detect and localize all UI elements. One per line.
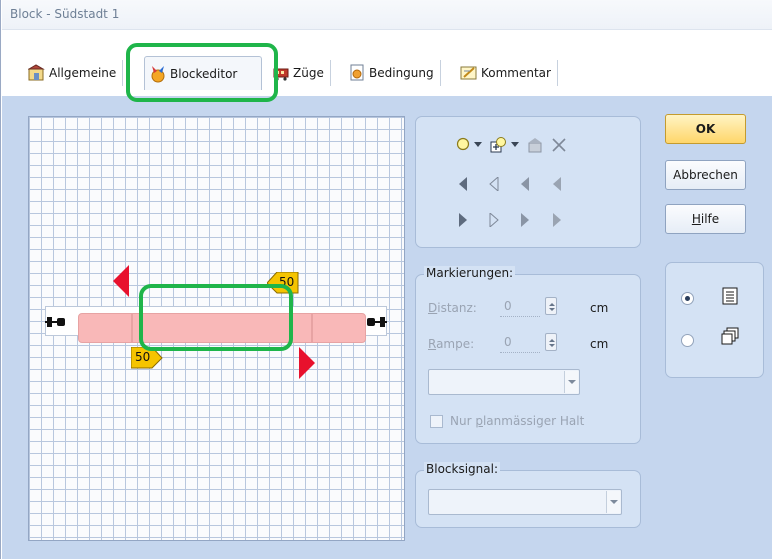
window-title: Block - Südstadt 1 — [10, 7, 120, 21]
tab-bedingung[interactable]: Bedingung — [344, 56, 441, 90]
markierungen-group: Markierungen: Distanz: 0 cm Rampe: 0 cm … — [415, 266, 641, 444]
list-view-radio[interactable] — [681, 292, 694, 305]
distanz-unit: cm — [590, 301, 609, 315]
tab-separator — [439, 60, 441, 86]
block-editor-icon — [149, 65, 167, 83]
delete-icon[interactable] — [552, 138, 566, 152]
tab-allgemeine[interactable]: Allgemeine — [24, 56, 124, 90]
tab-separator — [556, 60, 558, 86]
toolbar-panel — [415, 116, 641, 248]
tab-separator — [122, 60, 124, 86]
markierung-select[interactable] — [428, 369, 580, 395]
blocksignal-select[interactable] — [428, 489, 622, 515]
block-segment-right[interactable] — [312, 313, 366, 343]
cancel-button[interactable]: Abbrechen — [665, 160, 746, 190]
tab-label: Kommentar — [481, 66, 551, 80]
arrow-right-stop-icon[interactable] — [520, 213, 530, 227]
tab-label: Bedingung — [369, 66, 434, 80]
rampe-unit: cm — [590, 337, 609, 351]
tab-label: Allgemeine — [49, 66, 117, 80]
block-segment-left[interactable] — [78, 313, 132, 343]
tab-strip: Allgemeine Blockeditor Züge Bedingung Ko… — [2, 30, 772, 96]
tab-zuege[interactable]: Züge — [268, 56, 331, 90]
tab-label: Blockeditor — [170, 66, 238, 81]
tab-content: 50 50 Markierungen: Distanz: 0 cm Rampe:… — [2, 96, 772, 559]
tab-blockeditor[interactable]: Blockeditor — [144, 56, 262, 90]
tab-kommentar[interactable]: Kommentar — [456, 56, 558, 90]
rampe-label-text: Rampe: — [428, 337, 475, 351]
windows-view-icon — [721, 327, 739, 345]
rampe-label: Rampe: — [428, 337, 474, 351]
arrow-left-filled-icon[interactable] — [458, 177, 468, 191]
rampe-spinner[interactable] — [545, 333, 557, 351]
view-options-panel — [665, 262, 764, 378]
speed-marker-value: 50 — [135, 350, 151, 364]
block-highlight — [139, 284, 293, 351]
arrow-right-outline-icon[interactable] — [489, 213, 499, 227]
distanz-spinner[interactable] — [545, 297, 557, 315]
block-editor-canvas[interactable]: 50 50 — [28, 116, 405, 541]
rampe-input[interactable]: 0 — [500, 335, 540, 353]
list-view-icon — [722, 287, 738, 305]
distanz-label: Distanz: — [428, 301, 477, 315]
condition-icon — [348, 64, 366, 82]
marker-add-icon[interactable] — [456, 137, 470, 151]
title-bar: Block - Südstadt 1 — [2, 0, 772, 30]
planmaessiger-halt-checkbox[interactable] — [430, 415, 443, 428]
signal-right-icon[interactable] — [297, 347, 315, 381]
arrow-left-stop-icon[interactable] — [520, 177, 530, 191]
arrow-left-outline-icon[interactable] — [489, 177, 499, 191]
markierungen-label: Markierungen: — [424, 266, 516, 280]
signal-left-icon[interactable] — [113, 265, 131, 299]
ok-button[interactable]: OK — [665, 114, 746, 144]
arrow-right-filled-icon[interactable] — [458, 213, 468, 227]
arrow-right-thin-icon[interactable] — [552, 213, 562, 227]
distanz-input[interactable]: 0 — [500, 299, 540, 317]
blocksignal-group: Blocksignal: — [415, 462, 641, 528]
chevron-down-icon[interactable] — [474, 142, 482, 148]
planmaessiger-halt-label: Nur planmässiger Halt — [450, 414, 585, 428]
general-settings-icon — [27, 64, 46, 82]
chevron-down-icon[interactable] — [511, 142, 519, 148]
windows-view-radio[interactable] — [681, 334, 694, 347]
properties-icon[interactable] — [527, 136, 544, 153]
buffer-stop-left-icon — [45, 317, 65, 327]
buffer-stop-right-icon — [367, 317, 387, 327]
help-button-label: Hilfe — [691, 212, 720, 226]
chevron-down-icon[interactable] — [606, 491, 620, 513]
comment-icon — [460, 64, 478, 82]
tab-label: Züge — [293, 66, 324, 80]
trains-icon — [272, 64, 290, 82]
distanz-label-text: Distanz: — [428, 301, 477, 315]
dialog-window: Block - Südstadt 1 Allgemeine Blockedito… — [0, 0, 772, 559]
tab-separator — [329, 60, 331, 86]
chevron-down-icon[interactable] — [564, 371, 578, 393]
help-button[interactable]: Hilfe — [665, 204, 746, 234]
shape-add-icon[interactable] — [490, 136, 507, 153]
blocksignal-label: Blocksignal: — [424, 462, 500, 476]
arrow-left-thin-icon[interactable] — [552, 177, 562, 191]
